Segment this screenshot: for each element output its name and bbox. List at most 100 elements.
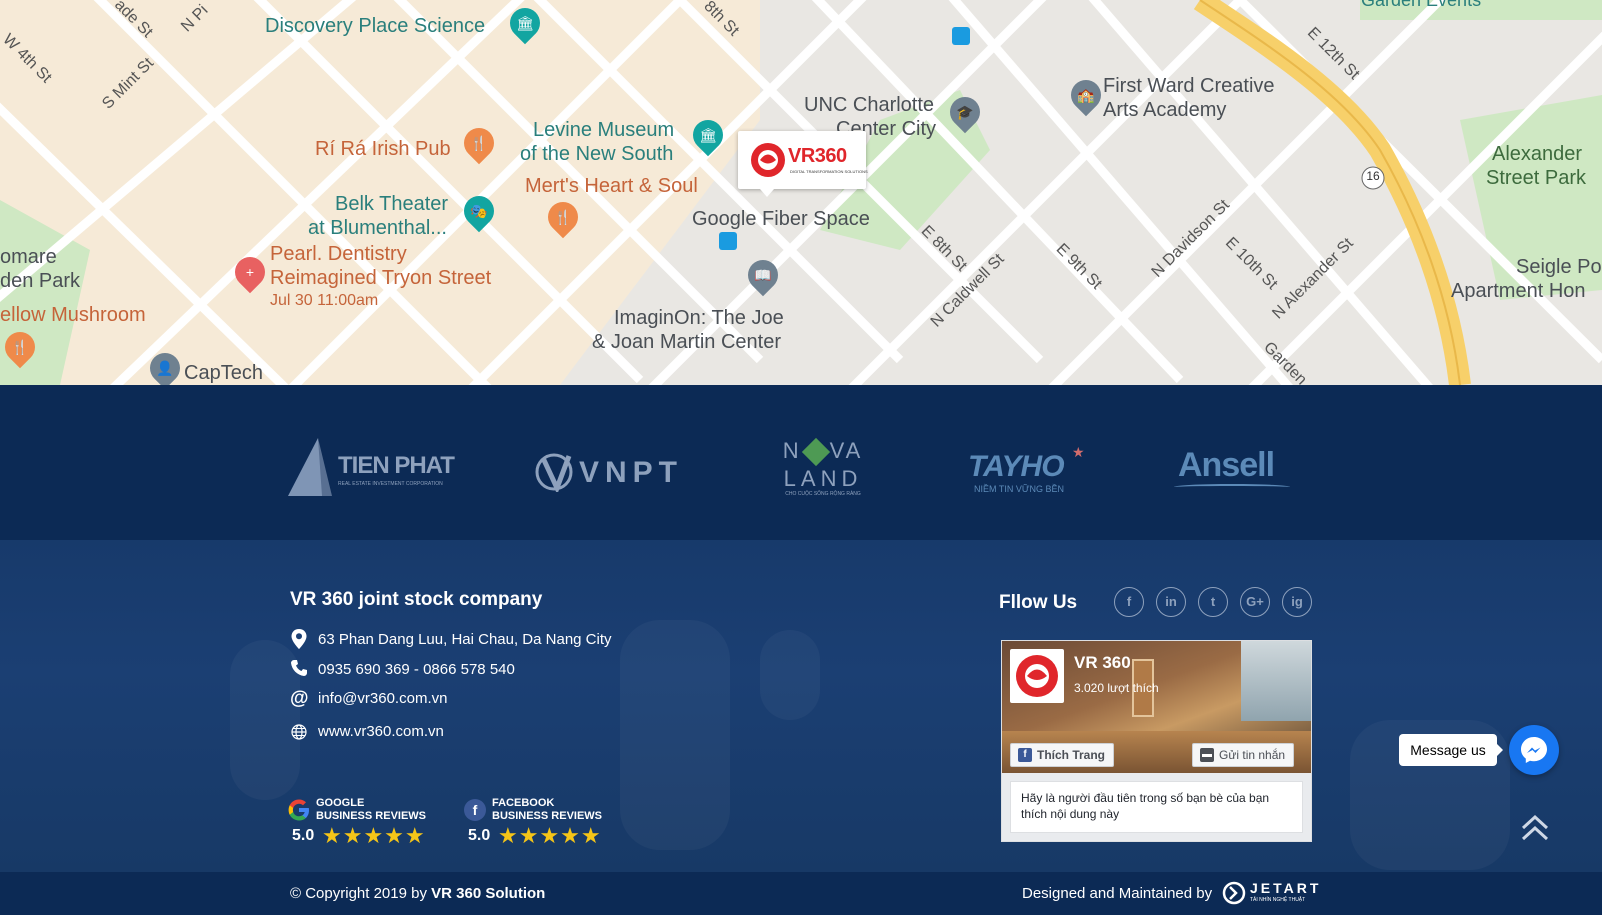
map-label-romare[interactable]: omare (0, 245, 57, 269)
facebook-page-name[interactable]: VR 360 (1074, 653, 1131, 673)
ansell-swoosh (1174, 484, 1290, 490)
map-label-pearl-2[interactable]: Reimagined Tryon Street (270, 266, 491, 290)
museum-pin-icon[interactable]: 🏛 (686, 113, 730, 157)
facebook-like-count: 3.020 lượt thích (1074, 681, 1159, 695)
message-icon: ▬ (1200, 748, 1214, 762)
partner-name-part: N (782, 438, 802, 463)
facebook-send-message-button[interactable]: ▬ Gửi tin nhắn (1192, 743, 1295, 767)
email-text: info@vr360.com.vn (318, 690, 448, 707)
tienphat-logo-icon (288, 438, 332, 496)
address-text: 63 Phan Dang Luu, Hai Chau, Da Nang City (318, 631, 612, 648)
map-label-imaginon-2[interactable]: & Joan Martin Center (592, 330, 781, 354)
copyright-brand[interactable]: VR 360 Solution (431, 885, 545, 902)
map-label-levine[interactable]: Levine Museum (533, 118, 674, 142)
transit-icon[interactable] (952, 27, 970, 45)
facebook-social-icon[interactable]: f (1114, 587, 1144, 617)
tayho-star-icon: ★ (1072, 444, 1085, 460)
map-label-merts[interactable]: Mert's Heart & Soul (525, 174, 698, 198)
partner-novaland[interactable]: N VA LAND CHO CUỘC SỐNG RỘNG RÀNG (778, 436, 868, 500)
facebook-icon: f (464, 799, 486, 821)
designed-by-text: Designed and Maintained by (1022, 885, 1213, 902)
facebook-reviews-badge[interactable]: f FACEBOOK BUSINESS REVIEWS 5.0 ★★★★★ (464, 797, 604, 849)
office-pin-icon[interactable]: 👤 (143, 346, 187, 385)
company-title: VR 360 joint stock company (290, 589, 543, 610)
map-label-imaginon[interactable]: ImaginOn: The Joe (614, 306, 784, 330)
map-label-fiber[interactable]: Google Fiber Space (692, 207, 870, 231)
map-label-pearl-date: Jul 30 11:00am (270, 292, 379, 309)
vnpt-logo-icon (535, 453, 573, 492)
phone-icon (290, 659, 308, 681)
map-label-captech[interactable]: CapTech (184, 361, 263, 385)
review-score: 5.0 (468, 827, 491, 844)
footer (0, 540, 1602, 872)
map-label-pearl[interactable]: Pearl. Dentistry (270, 242, 407, 266)
partner-name: VNPT (579, 456, 684, 489)
facebook-page-widget[interactable]: VR 360 3.020 lượt thích f Thích Trang ▬ … (1001, 640, 1312, 842)
marker-brand: VR360 (788, 145, 847, 167)
partner-ansell[interactable]: Ansell (1174, 446, 1294, 492)
restaurant-pin-icon[interactable]: 🍴 (457, 121, 501, 165)
messenger-chat-button[interactable] (1509, 725, 1559, 775)
facebook-page-avatar[interactable] (1010, 649, 1064, 703)
library-pin-icon[interactable]: 📖 (741, 253, 785, 297)
jetart-tagline: TẢI NHÍN NGHỆ THUẬT (1250, 897, 1306, 903)
map-label-rira[interactable]: Rí Rá Irish Pub (315, 137, 451, 161)
partner-name: Ansell (1178, 446, 1275, 484)
messenger-icon (1521, 737, 1547, 763)
website-text: www.vr360.com.vn (318, 723, 444, 740)
facebook-cover-photo[interactable]: VR 360 3.020 lượt thích f Thích Trang ▬ … (1002, 641, 1311, 773)
twitter-social-icon[interactable]: t (1198, 587, 1228, 617)
map-label-firstward[interactable]: First Ward Creative (1103, 74, 1275, 98)
phone-text: 0935 690 369 - 0866 578 540 (318, 661, 515, 678)
route-16-label: 16 (1366, 169, 1380, 183)
linkedin-social-icon[interactable]: in (1156, 587, 1186, 617)
map-label-firstward-2[interactable]: Arts Academy (1103, 98, 1226, 122)
vr360-map-marker[interactable]: VR360 DIGITAL TRANSFORMATION SOLUTIONS (738, 131, 868, 197)
partner-vnpt[interactable]: VNPT (535, 452, 685, 492)
review-stars: ★★★★★ (498, 823, 602, 848)
cover-window (1241, 641, 1311, 721)
map-label-belk[interactable]: Belk Theater (335, 192, 448, 216)
school-pin-icon[interactable]: 🏫 (1064, 73, 1108, 117)
museum-pin-icon[interactable]: 🏛 (503, 1, 547, 45)
map-label-seigle[interactable]: Seigle Po (1516, 255, 1602, 279)
back-to-top-button[interactable] (1519, 812, 1551, 844)
partner-tayho[interactable]: TAYHO ★ NIỀM TIN VỮNG BỀN (968, 444, 1088, 494)
map-label-romare-2[interactable]: den Park (0, 269, 80, 293)
like-button-label: Thích Trang (1037, 748, 1106, 762)
partner-sub: REAL ESTATE INVESTMENT CORPORATION (338, 481, 443, 487)
map-label-garden-events[interactable]: Garden Events (1361, 0, 1481, 12)
medical-pin-icon[interactable]: + (228, 250, 272, 294)
partner-tienphat[interactable]: TIEN PHAT REAL ESTATE INVESTMENT CORPORA… (288, 436, 455, 498)
review-brand: GOOGLE BUSINESS REVIEWS (316, 797, 427, 822)
map-label-alexander[interactable]: Alexander (1492, 142, 1582, 166)
location-pin-icon (290, 629, 308, 651)
jetart-logo[interactable]: JETART TẢI NHÍN NGHỆ THUẬT (1222, 880, 1318, 906)
review-score: 5.0 (292, 827, 315, 844)
message-us-tooltip[interactable]: Message us (1399, 734, 1503, 766)
facebook-like-page-button[interactable]: f Thích Trang (1010, 743, 1115, 767)
map-label-yellow-mushroom[interactable]: ellow Mushroom (0, 303, 146, 327)
school-pin-icon[interactable]: 🎓 (943, 90, 987, 134)
map-label-seigle-2[interactable]: Apartment Hon (1451, 279, 1586, 303)
embedded-map[interactable]: 🏛 🍴 🏛 🍴 🎭 🎓 🏫 📖 + 🍴 👤 Discovery Place Sc… (0, 0, 1602, 385)
google-plus-social-icon[interactable]: G+ (1240, 587, 1270, 617)
transit-icon[interactable] (719, 232, 737, 250)
instagram-social-icon[interactable]: ig (1282, 587, 1312, 617)
novaland-diamond-icon (801, 438, 830, 467)
novaland-top: N VA (778, 438, 868, 467)
map-label-discovery[interactable]: Discovery Place Science (265, 14, 485, 38)
marker-tagline: DIGITAL TRANSFORMATION SOLUTIONS (790, 169, 868, 174)
facebook-social-context: Hãy là người đầu tiên trong số bạn bè củ… (1010, 781, 1303, 833)
theater-pin-icon[interactable]: 🎭 (457, 189, 501, 233)
map-label-unc[interactable]: UNC Charlotte (804, 93, 934, 117)
partner-sub: NIỀM TIN VỮNG BỀN (974, 484, 1065, 494)
map-label-levine-2[interactable]: of the New South (520, 142, 673, 166)
partner-name: TIEN PHAT (338, 452, 455, 479)
jetart-logo-icon (1222, 881, 1246, 905)
map-label-belk-2[interactable]: at Blumenthal... (308, 216, 447, 240)
restaurant-pin-icon[interactable]: 🍴 (541, 195, 585, 239)
map-label-alexander-2[interactable]: Street Park (1486, 166, 1586, 190)
google-reviews-badge[interactable]: GOOGLE BUSINESS REVIEWS 5.0 ★★★★★ (288, 797, 428, 849)
partner-name-part: VA (829, 438, 864, 463)
